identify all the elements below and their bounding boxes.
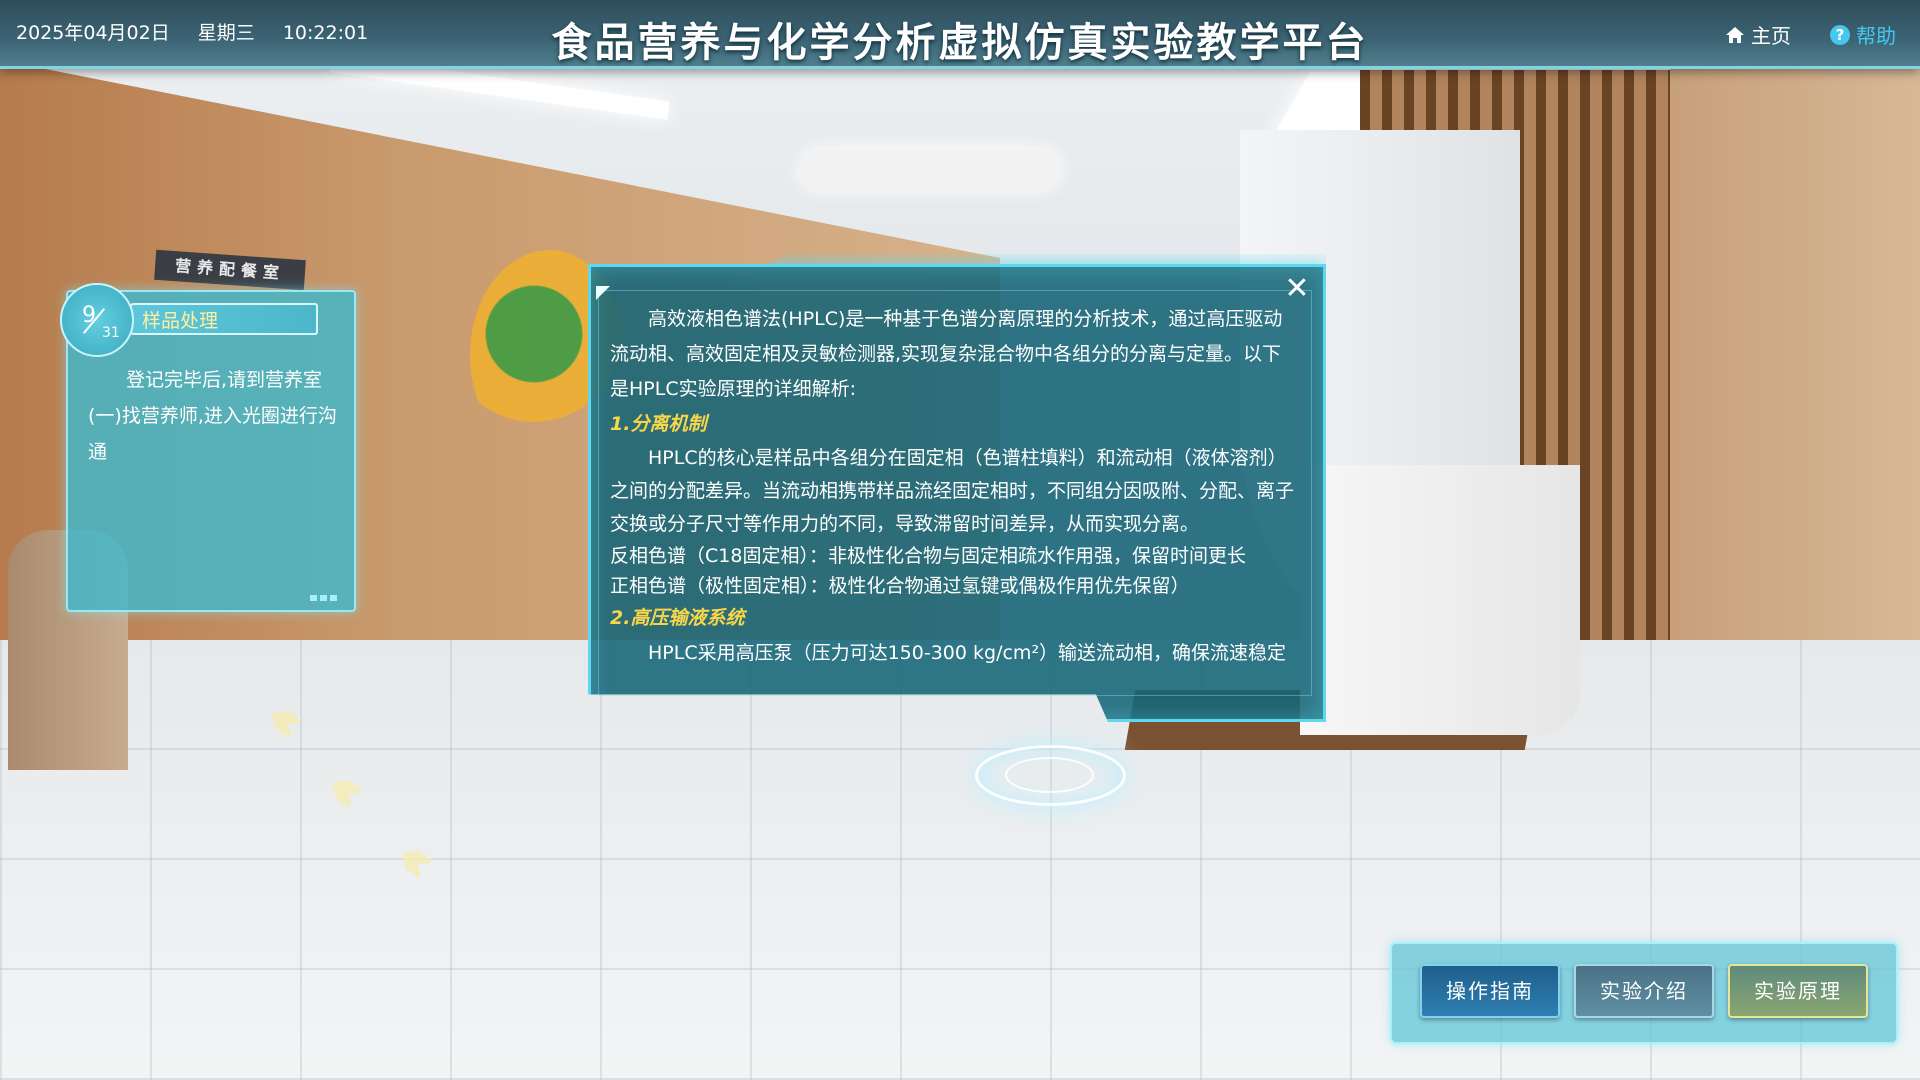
help-button[interactable]: ? 帮助 — [1830, 20, 1896, 49]
target-light-ring-inner — [1005, 757, 1094, 793]
bullet-reverse-phase: 反相色谱（C18固定相）：非极性化合物与固定相疏水作用强，保留时间更长 — [610, 545, 1246, 567]
section-paragraph: HPLC的核心是样品中各组分在固定相（色谱柱填料）和流动相（液体溶剂）之间的分配… — [610, 447, 1295, 535]
section-paragraph: HPLC采用高压泵（压力可达150-300 kg/cm²）输送流动相，确保流速稳… — [648, 642, 1287, 664]
intro-paragraph: 高效液相色谱法(HPLC)是一种基于色谱分离原理的分析技术，通过高压驱动流动相、… — [610, 308, 1283, 400]
step-title: 样品处理 — [130, 303, 318, 335]
platform-title: 食品营养与化学分析虚拟仿真实验教学平台 — [551, 20, 1369, 66]
home-label: 主页 — [1751, 24, 1791, 48]
corner-mark-icon — [596, 286, 610, 300]
task-instruction: 登记完毕后,请到营养室(一)找营养师,进入光圈进行沟通 — [88, 369, 337, 463]
dialog-content: 高效液相色谱法(HPLC)是一种基于色谱分离原理的分析技术，通过高压驱动流动相、… — [610, 302, 1300, 671]
close-icon[interactable]: ✕ — [1282, 274, 1312, 304]
operation-guide-button[interactable]: 操作指南 — [1420, 964, 1560, 1018]
home-button[interactable]: 主页 — [1725, 20, 1791, 49]
right-wall — [1670, 60, 1920, 720]
section-heading: 1.分离机制 — [610, 413, 707, 435]
step-counter: 9 31 — [60, 283, 134, 357]
experiment-principle-button[interactable]: 实验原理 — [1728, 964, 1868, 1018]
help-label: 帮助 — [1856, 24, 1896, 48]
reception-counter — [1300, 465, 1580, 735]
home-icon — [1726, 26, 1744, 43]
more-dots-icon[interactable] — [310, 595, 338, 601]
section-heading: 2.高压输液系统 — [610, 607, 745, 629]
experiment-intro-button[interactable]: 实验介绍 — [1574, 964, 1714, 1018]
bullet-normal-phase: 正相色谱（极性固定相）：极性化合物通过氢键或偶极作用优先保留） — [610, 575, 1190, 597]
top-bar: 2025年04月02日 星期三 10:22:01 食品营养与化学分析虚拟仿真实验… — [0, 0, 1920, 69]
ceiling-light — [800, 150, 1060, 190]
help-icon: ? — [1830, 24, 1850, 45]
step-total: 31 — [102, 325, 120, 341]
